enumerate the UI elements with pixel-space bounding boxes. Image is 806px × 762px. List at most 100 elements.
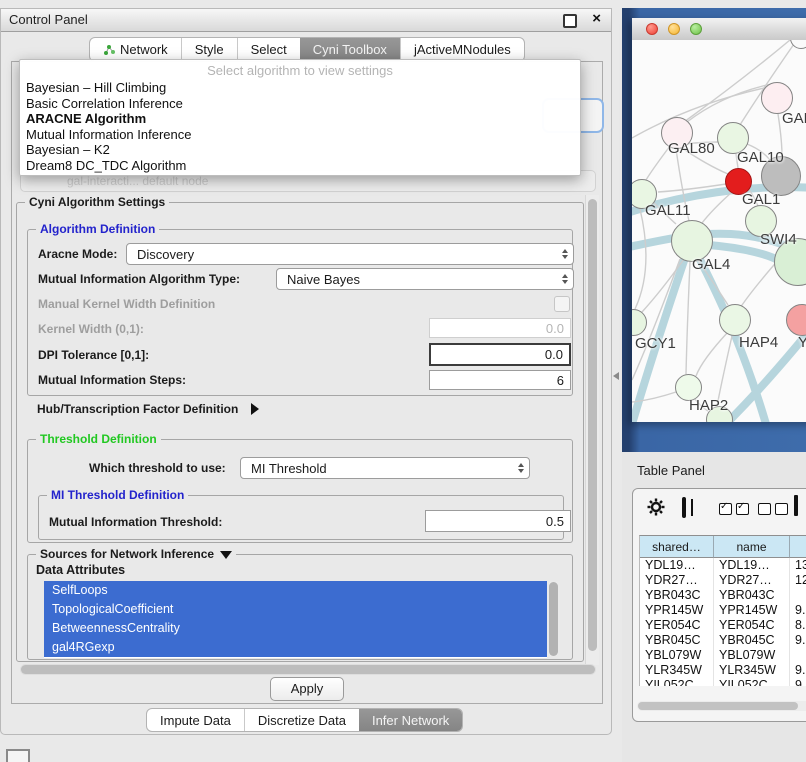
tab-impute-data[interactable]: Impute Data — [147, 709, 244, 731]
table-row[interactable]: YLR345WYLR345W9. — [640, 663, 806, 678]
manual-kernel-checkbox[interactable] — [554, 296, 570, 312]
dropdown-item[interactable]: Bayesian – K2 — [20, 142, 580, 158]
mi-threshold-value: 0.5 — [546, 514, 564, 529]
float-window-icon[interactable] — [563, 14, 577, 28]
expand-arrow-icon[interactable] — [251, 403, 259, 415]
node-label: GAL1 — [742, 191, 780, 208]
dropdown-item[interactable]: Basic Correlation Inference — [20, 96, 580, 112]
cell: 9. — [790, 633, 806, 648]
close-window-icon[interactable] — [646, 23, 658, 35]
minimized-panel-icon[interactable] — [6, 749, 30, 762]
table-panel-region: Table Panel — [622, 452, 806, 762]
splitter-handle-icon[interactable] — [613, 372, 619, 380]
close-panel-icon[interactable]: × — [592, 10, 601, 27]
hub-definition-row[interactable]: Hub/Transcription Factor Definition — [37, 400, 259, 418]
cell: YBL079W — [714, 648, 790, 663]
manual-kernel-label: Manual Kernel Width Definition — [38, 297, 215, 311]
column-header[interactable] — [790, 536, 806, 558]
aracne-mode-label: Aracne Mode: — [38, 247, 117, 261]
column-layout-icon[interactable] — [682, 499, 686, 517]
algorithm-definition-group: Algorithm Definition Aracne Mode: Discov… — [27, 229, 573, 396]
node-table: shared… name YDL19…YDL19…13 YDR27…YDR27…… — [639, 535, 806, 686]
kernel-width-value: 0.0 — [546, 321, 564, 336]
cell — [790, 648, 806, 663]
mi-steps-label: Mutual Information Steps: — [38, 373, 186, 387]
dropdown-item[interactable]: Dream8 DC_TDC Algorithm — [20, 158, 580, 174]
collapse-arrow-icon[interactable] — [220, 551, 232, 559]
table-row[interactable]: YBR045CYBR045C9. — [640, 633, 806, 648]
cell: YLR345W — [640, 663, 714, 678]
cell: YDR27… — [640, 573, 714, 588]
tab-cyni-toolbox[interactable]: Cyni Toolbox — [300, 38, 400, 61]
screen: Control Panel × Network Style Select Cyn… — [0, 0, 806, 762]
tab-network[interactable]: Network — [90, 38, 181, 61]
which-threshold-combobox[interactable]: MI Threshold — [240, 457, 530, 479]
node-label: GAL4 — [692, 256, 730, 273]
network-window-titlebar[interactable] — [632, 18, 806, 41]
select-all-icon[interactable] — [719, 503, 753, 515]
tab-infer-network[interactable]: Infer Network — [359, 709, 462, 731]
mi-type-value: Naive Bayes — [287, 272, 360, 287]
column-header[interactable]: shared… — [640, 536, 714, 558]
settings-vertical-scrollbar[interactable] — [585, 195, 599, 665]
table-row[interactable]: YDL19…YDL19…13 — [640, 558, 806, 573]
mi-threshold-field[interactable]: 0.5 — [425, 510, 571, 532]
new-table-icon[interactable] — [794, 497, 798, 515]
table-row[interactable]: YER054CYER054C8. — [640, 618, 806, 633]
table-panel: shared… name YDL19…YDL19…13 YDR27…YDR27…… — [632, 488, 806, 722]
panel-splitter[interactable] — [612, 8, 622, 735]
tab-cyni-toolbox-label: Cyni Toolbox — [313, 42, 387, 57]
node-label: GAL11 — [645, 202, 691, 219]
deselect-all-icon[interactable] — [758, 503, 792, 515]
dropdown-item-selected[interactable]: ARACNE Algorithm — [20, 111, 580, 127]
tab-style[interactable]: Style — [181, 38, 237, 61]
cell: YLR345W — [714, 663, 790, 678]
table-row[interactable]: YBL079WYBL079W — [640, 648, 806, 663]
list-item[interactable]: gal4RGexp — [44, 638, 547, 657]
cyni-mode-tabs: Impute Data Discretize Data Infer Networ… — [146, 708, 463, 732]
kernel-width-label: Kernel Width (0,1): — [38, 322, 144, 336]
tab-jactivemnodules[interactable]: jActiveMNodules — [400, 38, 524, 61]
threshold-definition-group: Threshold Definition Which threshold to … — [27, 439, 573, 543]
tab-discretize-data[interactable]: Discretize Data — [244, 709, 359, 731]
table-panel-title: Table Panel — [637, 463, 705, 478]
table-row[interactable]: YBR043CYBR043C — [640, 588, 806, 603]
node-hap4[interactable] — [719, 304, 751, 336]
mi-steps-field[interactable]: 6 — [429, 370, 571, 390]
table-row[interactable]: YPR145WYPR145W9. — [640, 603, 806, 618]
list-item[interactable]: TopologicalCoefficient — [44, 600, 547, 619]
cell: YDL19… — [714, 558, 790, 573]
minimize-window-icon[interactable] — [668, 23, 680, 35]
tab-select[interactable]: Select — [237, 38, 300, 61]
hub-definition-label: Hub/Transcription Factor Definition — [37, 402, 238, 416]
aracne-mode-combobox[interactable]: Discovery — [126, 243, 574, 265]
threshold-definition-legend: Threshold Definition — [36, 432, 161, 446]
cell: YPR145W — [714, 603, 790, 618]
cell: YDL19… — [640, 558, 714, 573]
list-item[interactable]: SelfLoops — [44, 581, 547, 600]
table-row[interactable]: YDR27…YDR27…12 — [640, 573, 806, 588]
control-panel-titlebar[interactable]: Control Panel × — [1, 9, 611, 32]
dpi-tolerance-value: 0.0 — [545, 347, 563, 362]
network-canvas[interactable]: GAL GAL80 GAL10 GAL1 GAL11 SWI4 GAL4 GCY… — [632, 40, 806, 422]
kernel-width-field[interactable]: 0.0 — [429, 318, 571, 338]
table-horizontal-scrollbar[interactable] — [637, 701, 806, 711]
mi-type-combobox[interactable]: Naive Bayes — [276, 268, 574, 290]
table-row[interactable]: YIL052CYIL052C9 — [640, 678, 806, 686]
settings-gear-icon[interactable] — [647, 498, 665, 521]
node-label: SWI4 — [760, 231, 797, 248]
dropdown-item[interactable]: Mutual Information Inference — [20, 127, 580, 143]
list-item[interactable]: BetweennessCentrality — [44, 619, 547, 638]
cell: 13 — [790, 558, 806, 573]
column-header[interactable]: name — [714, 536, 790, 558]
settings-horizontal-scrollbar[interactable] — [20, 664, 596, 675]
apply-button[interactable]: Apply — [270, 677, 344, 701]
tab-discretize-data-label: Discretize Data — [258, 713, 346, 728]
list-vertical-scrollbar[interactable] — [547, 581, 560, 658]
cell: 12 — [790, 573, 806, 588]
cell — [790, 588, 806, 603]
dropdown-item[interactable]: Bayesian – Hill Climbing — [20, 80, 580, 96]
dpi-tolerance-field[interactable]: 0.0 — [429, 343, 571, 366]
sources-legend-row[interactable]: Sources for Network Inference — [36, 547, 236, 561]
zoom-window-icon[interactable] — [690, 23, 702, 35]
